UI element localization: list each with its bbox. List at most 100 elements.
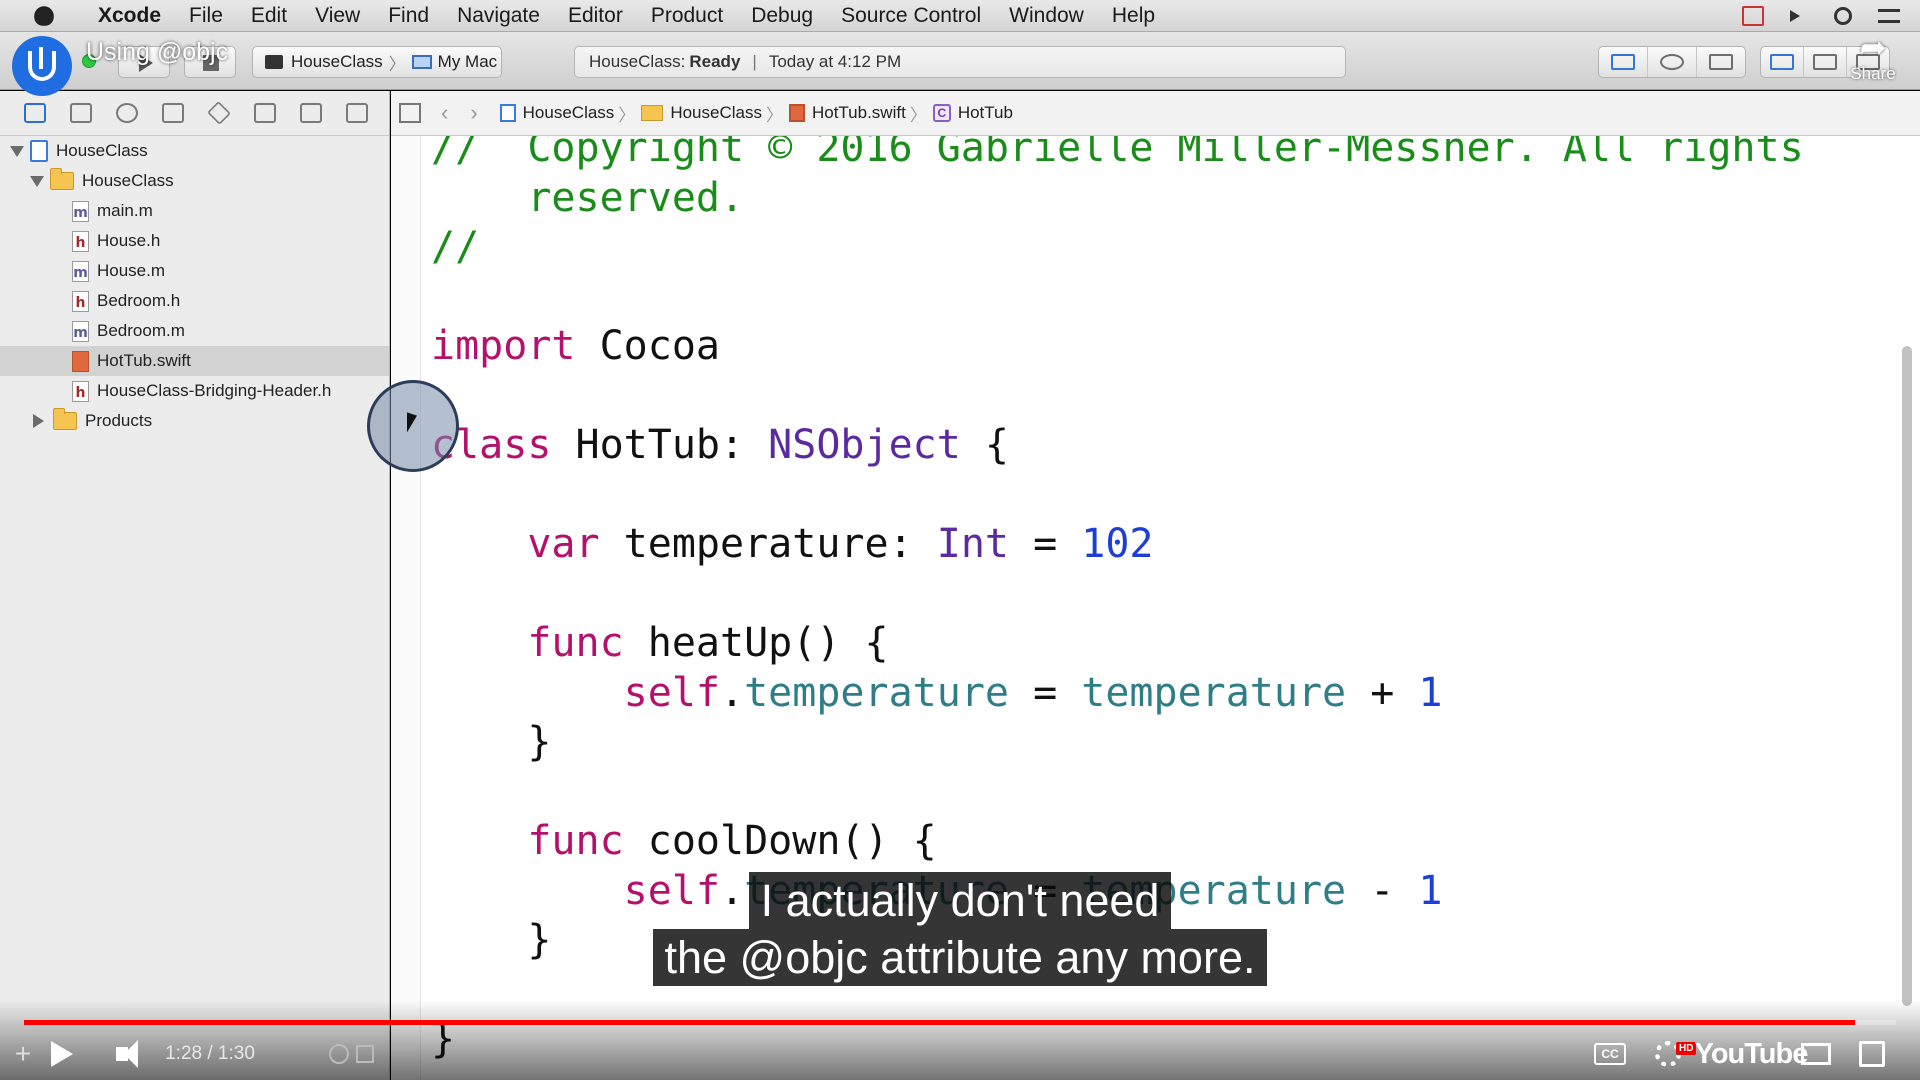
- disclosure-open-icon[interactable]: [10, 145, 24, 157]
- menu-app-xcode[interactable]: Xcode: [84, 4, 175, 28]
- code-line[interactable]: [431, 768, 1804, 818]
- symbol-navigator-icon[interactable]: [70, 103, 92, 123]
- menu-edit[interactable]: Edit: [237, 4, 301, 28]
- progress-bar[interactable]: [24, 1020, 1896, 1025]
- volume-button[interactable]: [102, 1036, 142, 1072]
- code-line[interactable]: var temperature: Int = 102: [431, 520, 1804, 570]
- tree-file-row[interactable]: m main.m: [0, 196, 389, 226]
- code-token: temperature: [1081, 669, 1347, 716]
- toggle-debug-area-button[interactable]: [1804, 47, 1847, 77]
- find-navigator-icon[interactable]: [116, 103, 138, 123]
- apple-icon[interactable]: [34, 5, 54, 26]
- code-line[interactable]: [431, 273, 1804, 323]
- code-line[interactable]: [431, 570, 1804, 620]
- youtube-logo[interactable]: YouTube: [1695, 1036, 1809, 1072]
- exit-fullscreen-button[interactable]: [1852, 1036, 1892, 1072]
- code-line[interactable]: import Cocoa: [431, 322, 1804, 372]
- tree-file-row[interactable]: h House.h: [0, 226, 389, 256]
- issue-navigator-icon[interactable]: [162, 103, 184, 123]
- status-state: Ready: [689, 52, 741, 71]
- swift-file-icon: [788, 104, 805, 122]
- share-button[interactable]: ➦ Share: [1848, 30, 1898, 84]
- play-button[interactable]: [42, 1036, 82, 1072]
- disclosure-closed-icon[interactable]: [33, 414, 44, 428]
- project-navigator-icon[interactable]: [24, 103, 46, 123]
- tree-group-row[interactable]: HouseClass: [0, 166, 389, 196]
- tree-project-row[interactable]: HouseClass: [0, 136, 389, 166]
- menu-help[interactable]: Help: [1098, 4, 1169, 28]
- file-name: Bedroom.m: [97, 321, 185, 340]
- disclosure-open-icon[interactable]: [30, 175, 44, 187]
- code-line[interactable]: class HotTub: NSObject {: [431, 421, 1804, 471]
- menu-editor[interactable]: Editor: [554, 4, 637, 28]
- code-line[interactable]: reserved.: [431, 174, 1804, 224]
- tree-products-row[interactable]: Products: [0, 406, 389, 436]
- menu-file[interactable]: File: [175, 4, 237, 28]
- hd-badge: HD: [1676, 1042, 1697, 1055]
- tree-file-row[interactable]: HotTub.swift: [0, 346, 389, 376]
- calendar-icon[interactable]: [1742, 6, 1764, 26]
- code-token: Int: [936, 521, 1009, 567]
- breadcrumb-group[interactable]: HouseClass: [670, 103, 762, 123]
- file-name: main.m: [97, 201, 153, 220]
- version-editor-button[interactable]: [1697, 47, 1745, 77]
- breadcrumb-separator: 〉: [765, 105, 783, 125]
- channel-logo-icon[interactable]: [12, 36, 72, 96]
- volume-icon[interactable]: [1790, 10, 1808, 22]
- tree-file-row[interactable]: m House.m: [0, 256, 389, 286]
- menu-debug[interactable]: Debug: [737, 4, 827, 28]
- spotlight-search-icon[interactable]: [1834, 7, 1852, 25]
- notification-center-icon[interactable]: [1878, 9, 1900, 23]
- tree-file-row[interactable]: h Bedroom.h: [0, 286, 389, 316]
- scheme-separator: 〉: [388, 54, 406, 74]
- related-items-icon[interactable]: [399, 103, 421, 123]
- captions-button[interactable]: CC: [1590, 1036, 1630, 1072]
- debug-navigator-icon[interactable]: [254, 103, 276, 123]
- mouse-pointer-icon: [407, 412, 417, 436]
- file-name: House.m: [97, 261, 166, 280]
- menu-product[interactable]: Product: [637, 4, 737, 28]
- breadcrumb-project[interactable]: HouseClass: [523, 103, 615, 123]
- breakpoint-navigator-icon[interactable]: [300, 103, 322, 123]
- code-line[interactable]: }: [431, 718, 1804, 768]
- tree-file-row[interactable]: m Bedroom.m: [0, 316, 389, 346]
- tree-file-row[interactable]: h HouseClass-Bridging-Header.h: [0, 376, 389, 406]
- test-navigator-icon[interactable]: [207, 101, 231, 125]
- settings-button[interactable]: HD: [1648, 1036, 1697, 1072]
- add-icon[interactable]: +: [8, 1036, 38, 1072]
- back-chevron-icon[interactable]: ‹: [441, 100, 448, 126]
- scheme-selector[interactable]: HouseClass 〉 My Mac: [252, 46, 502, 78]
- code-line[interactable]: [431, 372, 1804, 422]
- breadcrumb-symbol[interactable]: HotTub: [958, 103, 1013, 123]
- menu-view[interactable]: View: [301, 4, 374, 28]
- standard-editor-button[interactable]: [1599, 47, 1648, 77]
- file-name: HouseClass-Bridging-Header.h: [97, 381, 332, 400]
- version-editor-icon: [1709, 54, 1733, 70]
- assistant-editor-icon: [1660, 54, 1684, 70]
- code-line[interactable]: func heatUp() {: [431, 619, 1804, 669]
- assistant-editor-button[interactable]: [1648, 47, 1697, 77]
- code-line[interactable]: //: [431, 223, 1804, 273]
- toggle-navigator-button[interactable]: [1761, 47, 1804, 77]
- code-line[interactable]: [431, 471, 1804, 521]
- menu-find[interactable]: Find: [374, 4, 443, 28]
- forward-chevron-icon[interactable]: ›: [470, 100, 477, 126]
- code-line[interactable]: func coolDown() {: [431, 817, 1804, 867]
- caption-line-2: the @objc attribute any more.: [652, 929, 1268, 986]
- report-navigator-icon[interactable]: [346, 103, 368, 123]
- close-overlay-button[interactable]: [350, 1036, 380, 1072]
- video-title[interactable]: Using @objc: [86, 38, 228, 67]
- code-line[interactable]: // Copyright © 2016 Gabrielle Miller-Mes…: [431, 136, 1804, 174]
- share-arrow-icon: ➦: [1859, 29, 1887, 65]
- menu-window[interactable]: Window: [995, 4, 1098, 28]
- menu-navigate[interactable]: Navigate: [443, 4, 554, 28]
- code-token: reserved.: [431, 174, 745, 221]
- cast-button[interactable]: [1796, 1036, 1836, 1072]
- code-token: =: [1008, 521, 1082, 567]
- menu-source-control[interactable]: Source Control: [827, 4, 995, 28]
- breadcrumb-file[interactable]: HotTub.swift: [812, 103, 906, 123]
- code-line[interactable]: self.temperature = temperature + 1: [431, 669, 1804, 719]
- file-name: HotTub.swift: [97, 351, 191, 370]
